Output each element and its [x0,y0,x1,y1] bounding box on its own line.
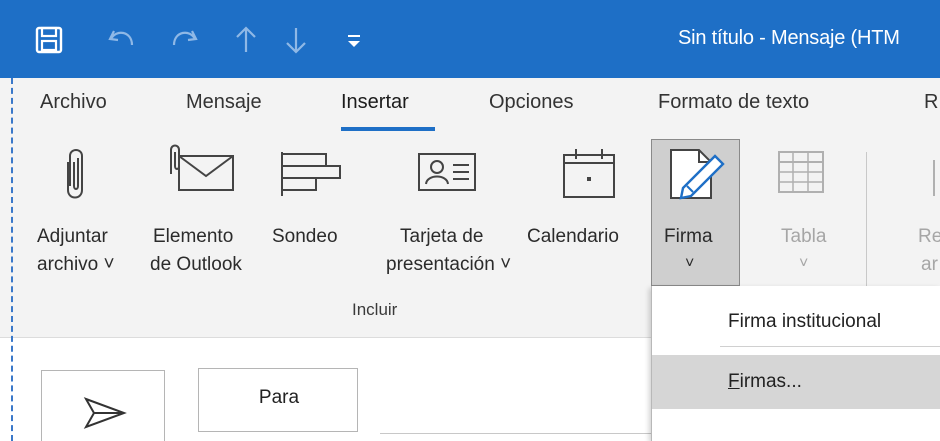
group-label-incluir: Incluir [352,300,398,319]
partial-command-label-2: ar [921,254,938,275]
poll-icon[interactable] [280,150,344,205]
sondeo-label[interactable]: Sondeo [272,225,338,249]
firma-label[interactable]: Firma [664,225,713,249]
tab-insertar[interactable]: Insertar [341,91,409,114]
business-card-icon[interactable] [417,152,479,201]
partial-command-label: Re [918,226,940,247]
adjuntar-archivo-label[interactable]: Adjuntar [37,225,108,249]
menu-item-label: Firmas... [728,371,802,392]
adjuntar-archivo-label-2[interactable]: archivo ˅ [37,253,115,277]
window-title: Sin título - Mensaje (HTM [678,27,900,49]
para-label: Para [258,387,300,408]
title-bar: Sin título - Mensaje (HTM [0,0,940,78]
menu-item-label: Firma institucional [728,311,882,332]
menu-item-firma-institucional[interactable]: Firma institucional [652,298,940,346]
send-button[interactable] [41,370,165,441]
customize-dropdown-icon[interactable] [346,22,362,58]
partial-command-icon [932,158,940,203]
tab-next-partial[interactable]: R [924,91,938,114]
undo-icon[interactable] [106,22,138,58]
tab-formato-de-texto[interactable]: Formato de texto [658,91,809,114]
up-arrow-icon[interactable] [234,22,258,58]
calendar-icon[interactable] [560,145,620,206]
send-icon [83,397,127,429]
tabla-dropdown-chevron: ˅ [799,255,809,272]
menu-separator [720,346,940,347]
para-button[interactable]: Para [198,368,358,432]
signature-icon[interactable] [667,146,727,207]
menu-item-firmas[interactable]: Firmas... [652,355,940,409]
firma-dropdown-menu: Firma institucional Firmas... [651,286,940,441]
active-tab-indicator [341,127,435,131]
elemento-outlook-label-2[interactable]: de Outlook [150,253,242,277]
tarjeta-presentacion-label[interactable]: Tarjeta de [400,225,483,249]
paperclip-icon[interactable] [64,146,88,207]
tab-opciones[interactable]: Opciones [489,91,574,114]
outlook-item-icon[interactable] [165,144,237,199]
tarjeta-presentacion-label-2[interactable]: presentación ˅ [386,253,511,277]
access-key: F [728,371,740,392]
table-icon [777,150,827,201]
save-icon[interactable] [34,22,64,58]
firma-dropdown-chevron[interactable]: ˅ [685,252,694,276]
group-separator [866,152,867,292]
calendario-label[interactable]: Calendario [527,225,619,249]
tab-mensaje[interactable]: Mensaje [186,91,262,114]
redo-icon[interactable] [168,22,200,58]
tab-archivo[interactable]: Archivo [40,91,107,114]
down-arrow-icon[interactable] [284,22,308,58]
elemento-outlook-label[interactable]: Elemento [153,225,233,249]
tabla-label: Tabla [781,226,827,247]
window-edge [11,78,13,441]
